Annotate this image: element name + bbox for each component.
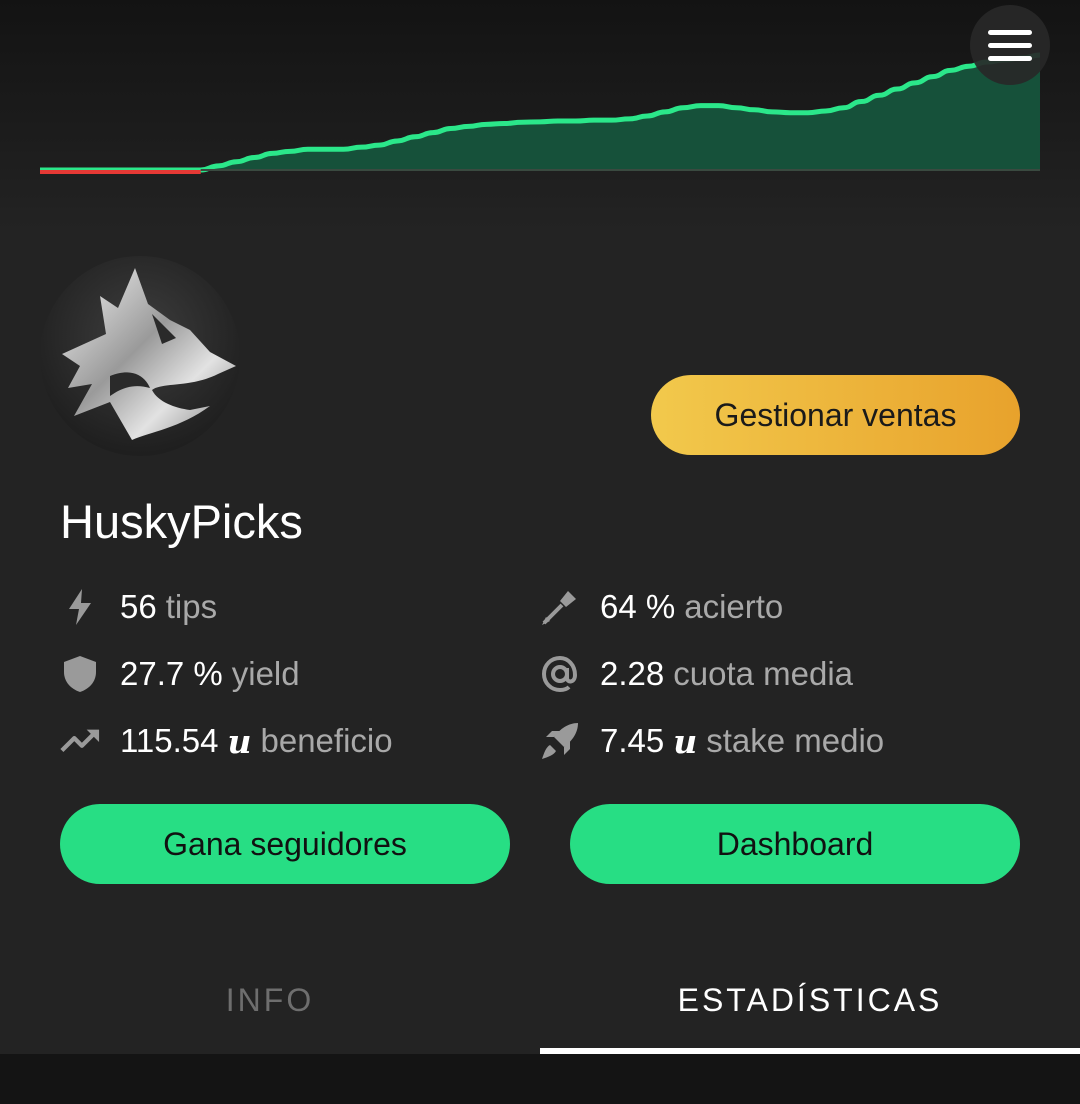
stat-stake-label: stake medio	[706, 722, 885, 759]
profit-chart-svg	[40, 52, 1041, 174]
stat-profit-unit: u	[227, 721, 252, 761]
stat-odds-value: 2.28	[600, 655, 665, 692]
avatar[interactable]	[40, 256, 240, 456]
stat-tips: 56 tips	[60, 582, 217, 632]
stat-profit-label: beneficio	[260, 722, 393, 759]
content-area	[0, 1054, 1080, 1104]
stat-yield-label: yield	[231, 655, 300, 692]
gain-followers-button[interactable]: Gana seguidores	[60, 804, 510, 884]
bolt-icon	[60, 587, 100, 627]
manage-sales-button[interactable]: Gestionar ventas	[651, 375, 1020, 455]
stat-profit-value: 115.54	[120, 722, 219, 759]
rocket-icon	[540, 721, 580, 761]
at-icon	[540, 654, 580, 694]
stat-stake: 7.45 u stake medio	[540, 716, 884, 766]
stat-tips-label: tips	[165, 588, 218, 625]
stat-yield: 27.7 % yield	[60, 649, 300, 699]
stat-hit-label: acierto	[684, 588, 784, 625]
dashboard-button[interactable]: Dashboard	[570, 804, 1020, 884]
username: HuskyPicks	[60, 495, 303, 548]
stat-hit-value: 64 %	[600, 588, 676, 625]
chart-area-fill	[40, 55, 1040, 170]
dart-icon	[540, 587, 580, 627]
trending-up-icon	[60, 721, 100, 761]
tab-statistics[interactable]: ESTADÍSTICAS	[540, 950, 1080, 1050]
stat-profit: 115.54 u beneficio	[60, 716, 393, 766]
stat-stake-unit: u	[673, 721, 698, 761]
tab-info[interactable]: INFO	[0, 950, 540, 1050]
stat-odds-label: cuota media	[673, 655, 854, 692]
stat-yield-value: 27.7 %	[120, 655, 223, 692]
menu-icon	[988, 29, 1032, 35]
shield-icon	[60, 654, 100, 694]
stat-tips-value: 56	[120, 588, 157, 625]
menu-icon-bar	[988, 55, 1032, 61]
menu-button[interactable]	[970, 5, 1050, 85]
stat-odds: 2.28 cuota media	[540, 649, 853, 699]
stat-stake-value: 7.45	[600, 722, 665, 759]
stat-hit-rate: 64 % acierto	[540, 582, 783, 632]
husky-logo-icon	[62, 268, 236, 440]
menu-icon-bar	[988, 42, 1032, 48]
profit-chart	[0, 0, 1080, 230]
